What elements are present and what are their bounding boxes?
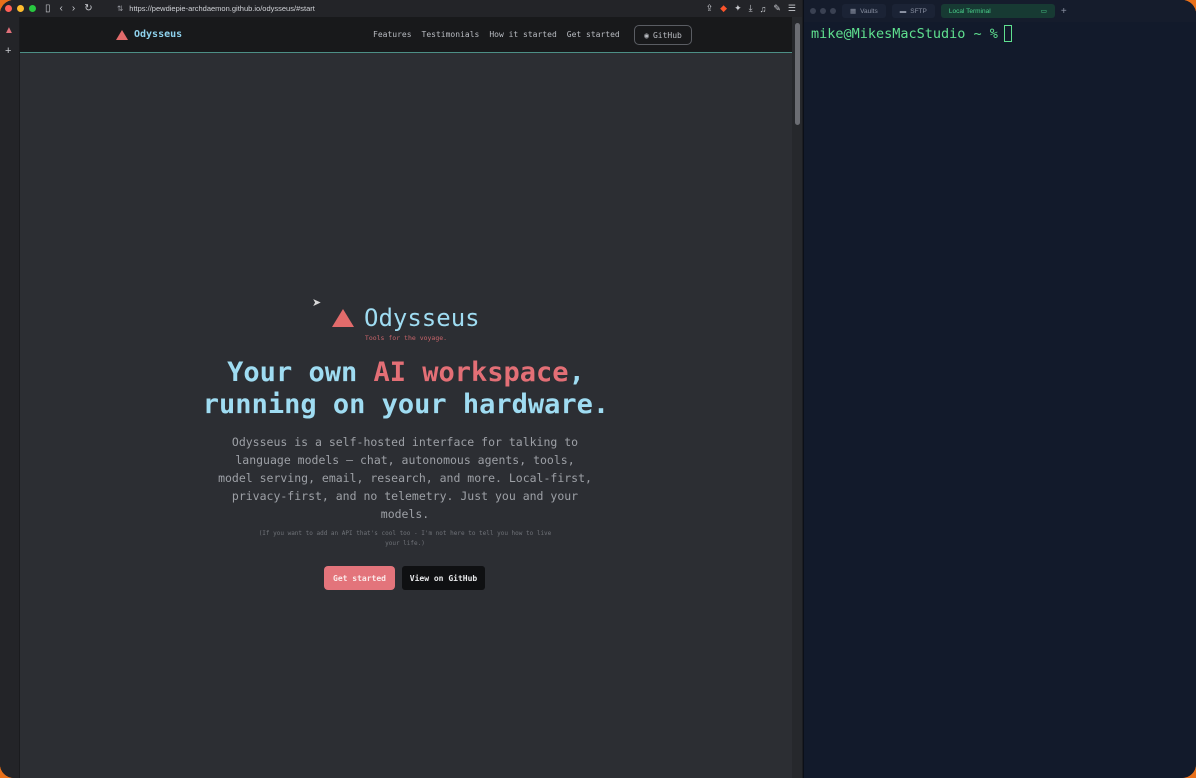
- browser-sidebar: ▲ +: [0, 17, 20, 778]
- hero-tagline: Tools for the voyage.: [364, 334, 448, 342]
- nav-link-get-started[interactable]: Get started: [567, 30, 620, 39]
- new-terminal-tab-icon[interactable]: +: [1061, 6, 1067, 17]
- sidebar-toggle-icon[interactable]: ▯: [45, 0, 51, 17]
- site-settings-icon[interactable]: ⇅: [117, 4, 123, 13]
- terminal-window: ▦ Vaults ▬ SFTP Local Terminal ▭ + mike@…: [803, 0, 1196, 778]
- github-label: GitHub: [652, 30, 682, 40]
- terminal-prompt-line[interactable]: mike@MikesMacStudio ~ %: [811, 25, 1012, 42]
- close-window-button[interactable]: [5, 5, 12, 12]
- nav-link-how-it-started[interactable]: How it started: [489, 30, 556, 39]
- odysseus-tab-icon[interactable]: ▲: [4, 25, 14, 36]
- terminal-cursor: [1003, 25, 1012, 42]
- nav-link-features[interactable]: Features: [373, 30, 412, 39]
- pen-icon[interactable]: ✎: [773, 3, 781, 14]
- nav-link-testimonials[interactable]: Testimonials: [422, 30, 480, 39]
- music-icon[interactable]: ♫: [760, 4, 767, 14]
- tab-local-terminal-label: Local Terminal: [948, 7, 991, 15]
- terminal-zoom-button[interactable]: [830, 8, 836, 14]
- tab-vaults-label: Vaults: [860, 7, 878, 15]
- minimize-window-button[interactable]: [17, 5, 24, 12]
- vault-icon: ▦: [850, 8, 857, 15]
- terminal-tabbar: ▦ Vaults ▬ SFTP Local Terminal ▭ +: [804, 0, 1196, 22]
- tab-local-terminal[interactable]: Local Terminal ▭: [940, 4, 1055, 18]
- odysseus-logo-icon: [116, 29, 128, 40]
- scrollbar-thumb[interactable]: [795, 23, 800, 125]
- hero-logo: Odysseus: [332, 304, 480, 332]
- headline-accent: AI workspace: [373, 357, 569, 388]
- view-on-github-button[interactable]: View on GitHub: [402, 566, 485, 590]
- new-tab-icon[interactable]: +: [5, 45, 11, 57]
- web-page: Odysseus Features Testimonials How it st…: [20, 17, 792, 778]
- site-navbar: Odysseus Features Testimonials How it st…: [20, 17, 792, 53]
- terminal-window-controls: [810, 8, 836, 14]
- page-scrollbar[interactable]: [792, 17, 802, 778]
- tab-vaults[interactable]: ▦ Vaults: [842, 4, 886, 18]
- github-icon: ◉: [644, 30, 649, 40]
- extensions-icon[interactable]: ✦: [734, 3, 742, 14]
- brand-name: Odysseus: [134, 29, 183, 40]
- back-icon[interactable]: ‹: [60, 0, 63, 17]
- headline-line2: running on your hardware.: [202, 389, 610, 420]
- site-brand[interactable]: Odysseus: [116, 29, 182, 40]
- terminal-close-button[interactable]: [810, 8, 816, 14]
- download-icon[interactable]: ⤓: [749, 3, 753, 14]
- brave-shield-icon[interactable]: ◆: [720, 3, 727, 14]
- mouse-cursor-icon: ➤: [312, 297, 322, 309]
- share-icon[interactable]: ⇪: [706, 3, 714, 14]
- hero-headline: Your own AI workspace, running on your h…: [20, 357, 792, 421]
- hero-logo-icon: [332, 309, 354, 327]
- menu-icon[interactable]: ☰: [788, 3, 796, 14]
- hero-logo-name: Odysseus: [364, 304, 480, 332]
- headline-part1: Your own: [227, 357, 374, 388]
- hero-description: Odysseus is a self-hosted interface for …: [218, 435, 592, 521]
- browser-window: ▯ ‹ › ↻ ⇅ https://pewdiepie-archdaemon.gi…: [0, 0, 802, 778]
- url-text: https://pewdiepie-archdaemon.github.io/o…: [129, 4, 315, 13]
- desktop-frame: ▯ ‹ › ↻ ⇅ https://pewdiepie-archdaemon.gi…: [0, 0, 1196, 778]
- terminal-minimize-button[interactable]: [820, 8, 826, 14]
- hero-aside-note: (If you want to add an API that's cool t…: [258, 530, 552, 547]
- browser-toolbar: ▯ ‹ › ↻ ⇅ https://pewdiepie-archdaemon.gi…: [0, 0, 802, 17]
- forward-icon[interactable]: ›: [72, 0, 75, 17]
- window-controls: [5, 5, 36, 12]
- folder-icon: ▬: [899, 7, 907, 15]
- tab-sftp[interactable]: ▬ SFTP: [891, 4, 935, 18]
- reload-icon[interactable]: ↻: [84, 0, 92, 17]
- tab-sftp-label: SFTP: [910, 7, 927, 15]
- shell-prompt: mike@MikesMacStudio ~ %: [811, 25, 998, 42]
- headline-part2: ,: [568, 357, 585, 388]
- get-started-button[interactable]: Get started: [324, 566, 395, 590]
- zoom-window-button[interactable]: [29, 5, 36, 12]
- nav-links: Features Testimonials How it started Get…: [373, 30, 620, 39]
- address-bar[interactable]: ⇅ https://pewdiepie-archdaemon.github.io/…: [117, 2, 677, 15]
- split-view-icon[interactable]: ▭: [1041, 7, 1047, 15]
- browser-extension-icons: ⇪ ◆ ✦ ⤓ ♫ ✎ ☰: [706, 0, 796, 17]
- github-button[interactable]: ◉ GitHub: [634, 25, 692, 45]
